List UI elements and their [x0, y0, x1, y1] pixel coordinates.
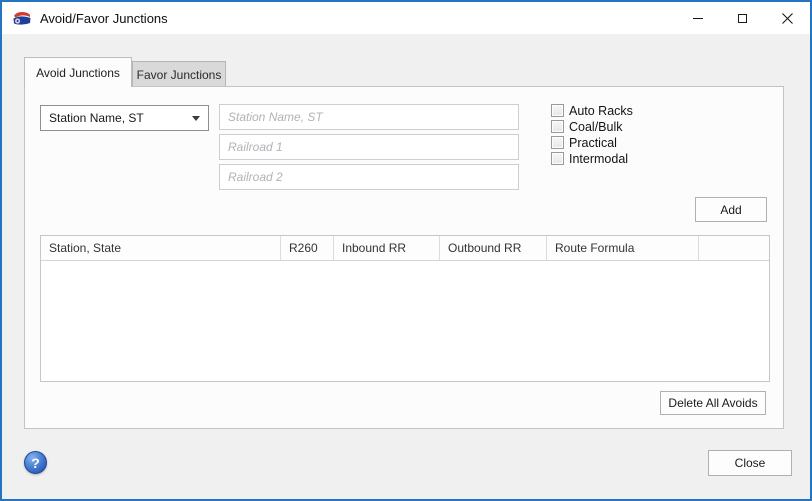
- column-header-outbound-rr[interactable]: Outbound RR: [440, 236, 547, 260]
- intermodal-checkbox[interactable]: [551, 152, 564, 165]
- intermodal-label: Intermodal: [569, 151, 629, 166]
- app-logo-icon: [12, 11, 32, 26]
- avoid-favor-junctions-dialog: Avoid/Favor Junctions Avoid Junctions Fa…: [0, 0, 812, 501]
- tab-favor-junctions-label: Favor Junctions: [136, 67, 222, 82]
- practical-checkbox[interactable]: [551, 136, 564, 149]
- column-header-empty: [699, 236, 769, 260]
- practical-option[interactable]: Practical: [551, 135, 633, 150]
- help-icon[interactable]: ?: [24, 451, 47, 474]
- tab-avoid-junctions-label: Avoid Junctions: [36, 65, 120, 80]
- column-header-r260[interactable]: R260: [281, 236, 334, 260]
- railroad-1-input[interactable]: [219, 134, 519, 160]
- close-button[interactable]: Close: [708, 450, 792, 476]
- column-header-station-state[interactable]: Station, State: [41, 236, 281, 260]
- window-controls: [675, 2, 810, 34]
- table-header-row: Station, State R260 Inbound RR Outbound …: [41, 236, 769, 261]
- minimize-icon: [692, 17, 703, 19]
- tab-avoid-junctions[interactable]: Avoid Junctions: [24, 57, 132, 87]
- minimize-button[interactable]: [675, 2, 720, 34]
- coal-bulk-label: Coal/Bulk: [569, 119, 623, 134]
- traffic-type-checkbox-group: Auto Racks Coal/Bulk Practical Intermoda…: [551, 104, 633, 168]
- auto-racks-option[interactable]: Auto Racks: [551, 103, 633, 118]
- column-header-route-formula[interactable]: Route Formula: [547, 236, 699, 260]
- column-header-inbound-rr[interactable]: Inbound RR: [334, 236, 440, 260]
- railroad-2-input[interactable]: [219, 164, 519, 190]
- practical-label: Practical: [569, 135, 617, 150]
- chevron-down-icon: [192, 115, 200, 121]
- tab-favor-junctions[interactable]: Favor Junctions: [132, 61, 226, 87]
- intermodal-option[interactable]: Intermodal: [551, 151, 633, 166]
- close-window-button[interactable]: [765, 2, 810, 34]
- junction-lookup-dropdown[interactable]: Station Name, ST: [40, 105, 209, 131]
- maximize-button[interactable]: [720, 2, 765, 34]
- add-button[interactable]: Add: [695, 197, 767, 222]
- coal-bulk-checkbox[interactable]: [551, 120, 564, 133]
- table-body-empty: [41, 261, 769, 381]
- auto-racks-label: Auto Racks: [569, 103, 633, 118]
- delete-all-avoids-button[interactable]: Delete All Avoids: [660, 391, 766, 415]
- window-title: Avoid/Favor Junctions: [40, 10, 168, 26]
- avoid-junctions-panel: Station Name, ST Auto Racks Coal/Bulk Pr…: [24, 86, 784, 429]
- close-icon: [782, 12, 793, 24]
- station-name-input[interactable]: [219, 104, 519, 130]
- junction-lookup-selected-value: Station Name, ST: [49, 111, 144, 125]
- help-glyph: ?: [31, 454, 40, 471]
- auto-racks-checkbox[interactable]: [551, 104, 564, 117]
- title-bar: Avoid/Favor Junctions: [2, 2, 810, 34]
- maximize-icon: [738, 13, 747, 23]
- coal-bulk-option[interactable]: Coal/Bulk: [551, 119, 633, 134]
- avoided-junctions-table[interactable]: Station, State R260 Inbound RR Outbound …: [40, 235, 770, 382]
